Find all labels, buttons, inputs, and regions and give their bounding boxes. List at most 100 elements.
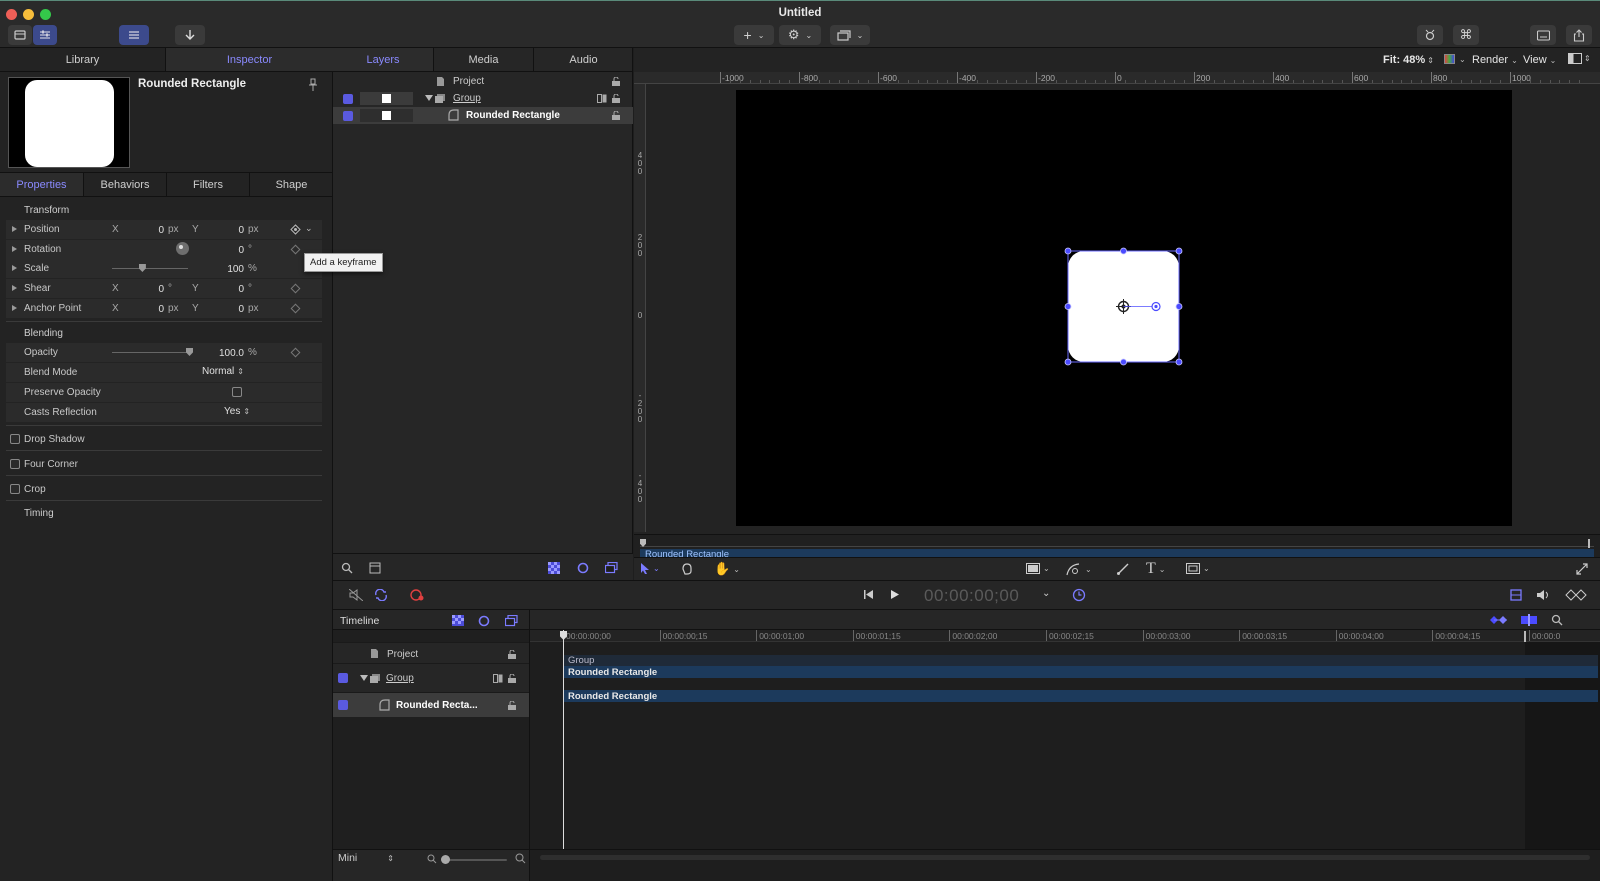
keyframe-diamond-icon[interactable] xyxy=(290,303,301,314)
time-ruler[interactable]: 00:00:00;00 00:00:00;15 00:00:01;00 00:00:0… xyxy=(530,630,1600,642)
tab-behaviors[interactable]: Behaviors xyxy=(83,173,166,196)
keyframe-diamond-icon[interactable] xyxy=(290,347,301,358)
mini-timeline-ruler[interactable] xyxy=(640,539,1594,548)
lock-icon[interactable] xyxy=(507,674,517,683)
disclosure-triangle-icon[interactable] xyxy=(12,305,17,311)
lock-icon[interactable] xyxy=(611,94,621,103)
search-icon[interactable] xyxy=(341,562,353,574)
scale-field[interactable]: 100 xyxy=(206,264,244,275)
disclosure-triangle-icon[interactable] xyxy=(12,285,17,291)
disclosure-triangle-open-icon[interactable] xyxy=(425,95,433,101)
thumbnail-toggle-icon[interactable] xyxy=(369,562,381,574)
tab-inspector[interactable]: Inspector xyxy=(166,48,333,72)
anchor-x-field[interactable]: 0 xyxy=(126,304,164,315)
render-menu[interactable]: Render ⌄ xyxy=(1472,54,1518,66)
keyframe-navigation-icon[interactable] xyxy=(1490,614,1512,626)
media-browser-button[interactable] xyxy=(1530,25,1556,45)
isolate-icon[interactable] xyxy=(493,674,503,683)
mask-tool[interactable]: ⌄ xyxy=(1186,563,1210,574)
tab-properties[interactable]: Properties xyxy=(0,173,83,196)
tab-filters[interactable]: Filters xyxy=(166,173,249,196)
playhead-line[interactable] xyxy=(563,630,564,849)
command-button[interactable]: ⌘ xyxy=(1453,25,1479,45)
mute-audio-button[interactable] xyxy=(349,589,363,601)
hud-button[interactable] xyxy=(1417,25,1443,45)
loop-button[interactable] xyxy=(374,589,388,601)
tab-media[interactable]: Media xyxy=(433,48,533,72)
selection-handles[interactable] xyxy=(1062,245,1187,370)
settings-button[interactable]: ⚙ ⌄ xyxy=(779,25,821,45)
audio-timeline-button[interactable] xyxy=(1536,589,1550,601)
timeline-zoom-slider[interactable] xyxy=(441,855,507,864)
share-down-button[interactable] xyxy=(175,25,205,45)
checker-icon[interactable] xyxy=(548,562,560,574)
zoom-out-icon[interactable] xyxy=(427,854,437,864)
mask-circle-icon[interactable] xyxy=(577,562,589,574)
record-button[interactable] xyxy=(409,588,425,602)
view-layout-button[interactable]: ⌄ xyxy=(830,25,870,45)
tab-audio[interactable]: Audio xyxy=(533,48,633,72)
layers-stack-icon[interactable] xyxy=(605,562,618,574)
scale-slider[interactable] xyxy=(112,264,188,272)
animation-menu-chevron-icon[interactable]: ⌄ xyxy=(305,223,313,234)
library-toggle-button[interactable] xyxy=(8,25,32,45)
isolate-icon[interactable] xyxy=(597,94,607,103)
out-point-icon[interactable] xyxy=(1524,631,1526,642)
tab-shape[interactable]: Shape xyxy=(249,173,333,196)
opacity-slider[interactable] xyxy=(112,348,193,356)
add-object-button[interactable]: + ⌄ xyxy=(734,25,774,45)
position-x-field[interactable]: 0 xyxy=(126,225,164,236)
track-visibility-checkbox[interactable] xyxy=(338,673,348,683)
view-menu[interactable]: View ⌄ xyxy=(1523,54,1556,66)
timing-button[interactable] xyxy=(1072,588,1086,602)
timecode-menu-chevron-icon[interactable]: ⌄ xyxy=(1042,588,1050,599)
horizontal-scrollbar[interactable] xyxy=(540,855,1590,860)
text-tool[interactable]: T ⌄ xyxy=(1146,560,1165,578)
channels-select[interactable]: ⌄ xyxy=(1444,54,1466,64)
crop-checkbox[interactable] xyxy=(10,484,20,494)
keyframe-editor-button[interactable] xyxy=(1565,589,1587,601)
disclosure-triangle-icon[interactable] xyxy=(12,226,17,232)
layer-row-project[interactable]: Project xyxy=(333,73,633,90)
casts-reflection-select[interactable]: Yes ⇕ xyxy=(224,406,250,417)
zoom-slider-knob[interactable] xyxy=(441,855,450,864)
position-y-field[interactable]: 0 xyxy=(206,225,244,236)
four-corner-checkbox[interactable] xyxy=(10,459,20,469)
zoom-select[interactable]: Fit: 48% ⇕ xyxy=(1383,54,1434,66)
layers-stack-icon[interactable] xyxy=(505,615,518,627)
fullscreen-button[interactable] xyxy=(1576,563,1588,575)
disclosure-triangle-icon[interactable] xyxy=(12,246,17,252)
canvas[interactable] xyxy=(736,90,1512,526)
paint-stroke-tool[interactable] xyxy=(1116,562,1130,576)
track-height-select[interactable]: Mini ⇕ xyxy=(338,852,394,864)
blend-mode-select[interactable]: Normal ⇕ xyxy=(202,366,244,377)
layer-visibility-checkbox[interactable] xyxy=(343,94,353,104)
anchor-y-field[interactable]: 0 xyxy=(206,304,244,315)
disclosure-triangle-open-icon[interactable] xyxy=(360,675,368,681)
drop-shadow-checkbox[interactable] xyxy=(10,434,20,444)
track-visibility-checkbox[interactable] xyxy=(338,700,348,710)
tab-library[interactable]: Library xyxy=(0,48,166,72)
opacity-slider-knob[interactable] xyxy=(186,348,193,356)
timing-header[interactable]: Timing xyxy=(24,508,54,519)
add-keyframe-button[interactable] xyxy=(290,224,301,235)
timeline-row-group[interactable]: Group xyxy=(333,664,529,693)
inspector-toggle-button[interactable] xyxy=(33,25,57,45)
shear-x-field[interactable]: 0 xyxy=(126,284,164,295)
group-track-bar[interactable]: Rounded Rectangle xyxy=(564,666,1598,678)
layer-track-bar[interactable]: Rounded Rectangle xyxy=(564,690,1598,702)
layer-row-rounded-rectangle[interactable]: Rounded Rectangle xyxy=(333,107,633,124)
play-button[interactable] xyxy=(889,589,900,600)
adjust-tool[interactable] xyxy=(680,562,694,576)
tab-layers[interactable]: Layers xyxy=(333,48,433,72)
zoom-in-icon[interactable] xyxy=(515,853,526,864)
checker-icon[interactable] xyxy=(452,615,464,626)
timeline-row-rounded-rectangle[interactable]: Rounded Recta... xyxy=(333,693,529,717)
timeline-toggle-button[interactable] xyxy=(1510,589,1522,601)
bezier-tool[interactable]: ⌄ xyxy=(1066,562,1092,576)
rotation-dial[interactable] xyxy=(176,242,189,255)
scale-slider-knob[interactable] xyxy=(138,264,146,272)
keyframe-diamond-icon[interactable] xyxy=(290,244,301,255)
layers-toggle-button[interactable] xyxy=(119,25,149,45)
snapping-icon[interactable] xyxy=(1521,614,1537,626)
